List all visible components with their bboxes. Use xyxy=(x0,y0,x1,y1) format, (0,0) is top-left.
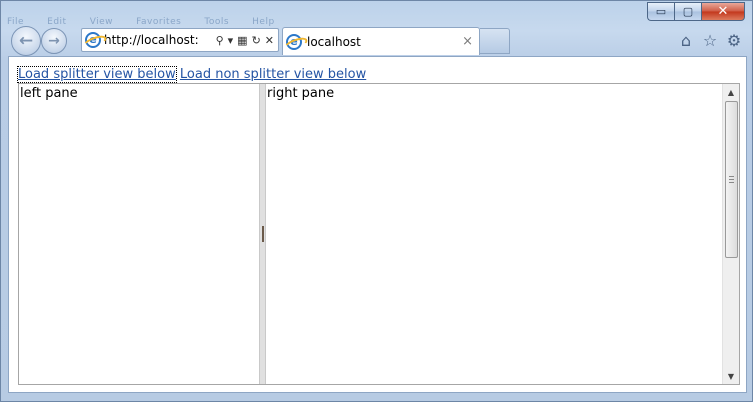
ghost-menu-item: Tools xyxy=(204,17,230,27)
splitter-bar[interactable] xyxy=(259,84,266,384)
refresh-icon[interactable]: ↻ xyxy=(252,34,261,47)
settings-gear-icon[interactable]: ⚙ xyxy=(722,31,746,50)
ie-logo-icon: e xyxy=(85,32,101,48)
tab-title: localhost xyxy=(307,34,361,49)
address-bar[interactable]: e http://localhost: ⚲ ▾ ▦ ↻ ✕ xyxy=(81,28,279,52)
right-pane-label: right pane xyxy=(267,86,335,101)
back-arrow-icon: ← xyxy=(18,31,34,51)
vertical-scrollbar[interactable]: ▲ ▼ xyxy=(722,84,739,384)
maximize-button[interactable]: ▢ xyxy=(674,2,701,21)
tab-localhost[interactable]: e localhost × xyxy=(282,27,480,55)
ghost-menu-item: Help xyxy=(252,17,275,27)
load-non-splitter-view-link[interactable]: Load non splitter view below xyxy=(180,67,366,82)
minimize-button[interactable]: ▭ xyxy=(647,2,674,21)
window-controls: ▭ ▢ ✕ xyxy=(647,2,745,21)
title-bar-menu: File Edit View Favorites Tools Help xyxy=(7,9,293,27)
splitter-container: left pane right pane ▲ ▼ xyxy=(18,83,740,385)
scrollbar-thumb[interactable] xyxy=(725,101,738,258)
address-url[interactable]: http://localhost: xyxy=(104,33,216,47)
scroll-down-arrow-icon[interactable]: ▼ xyxy=(723,368,739,384)
left-pane-label: left pane xyxy=(20,86,78,101)
right-pane: right pane ▲ ▼ xyxy=(266,84,739,384)
close-window-button[interactable]: ✕ xyxy=(701,2,745,21)
forward-button[interactable]: → xyxy=(41,28,67,54)
navigation-buttons: ← → xyxy=(11,26,67,56)
ghost-menu-item: Favorites xyxy=(136,17,182,27)
splitter-grip-handle[interactable] xyxy=(261,226,264,242)
close-icon: ✕ xyxy=(717,4,729,19)
maximize-icon: ▢ xyxy=(682,5,694,18)
browser-window: File Edit View Favorites Tools Help ▭ ▢ … xyxy=(0,0,753,402)
forward-arrow-icon: → xyxy=(48,33,60,49)
minimize-icon: ▭ xyxy=(655,5,667,18)
search-icon[interactable]: ⚲ xyxy=(216,34,224,47)
tab-favicon-icon: e xyxy=(286,33,302,50)
home-icon[interactable]: ⌂ xyxy=(674,31,698,50)
browser-toolbar: ⌂ ☆ ⚙ xyxy=(674,31,746,50)
page-content: Load splitter view below Load non splitt… xyxy=(8,56,747,393)
compatibility-view-icon[interactable]: ▦ xyxy=(237,34,247,47)
back-button[interactable]: ← xyxy=(11,26,41,56)
link-row: Load splitter view below Load non splitt… xyxy=(17,66,366,83)
stop-icon[interactable]: ✕ xyxy=(265,34,274,47)
scrollbar-grip-icon xyxy=(729,176,734,183)
tab-close-icon[interactable]: × xyxy=(462,34,473,49)
left-pane: left pane xyxy=(19,84,259,384)
new-tab-button[interactable] xyxy=(480,28,510,54)
ghost-menu-item: View xyxy=(89,17,114,27)
scroll-up-arrow-icon[interactable]: ▲ xyxy=(723,84,739,100)
favorites-star-icon[interactable]: ☆ xyxy=(698,31,722,50)
load-splitter-view-link[interactable]: Load splitter view below xyxy=(17,66,177,83)
dropdown-icon[interactable]: ▾ xyxy=(228,34,234,47)
